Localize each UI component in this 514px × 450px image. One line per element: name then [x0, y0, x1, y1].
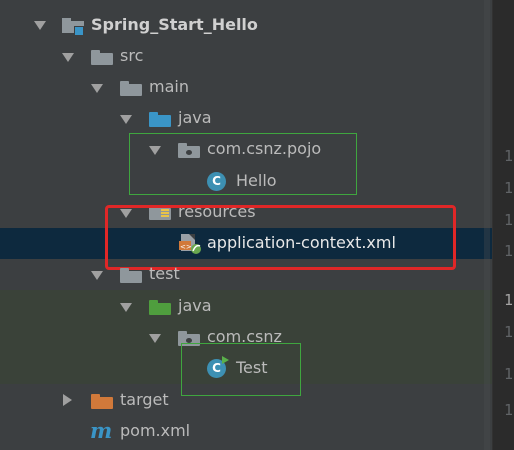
- class-label: Hello: [236, 171, 277, 190]
- line-number: 1: [504, 147, 514, 165]
- line-number: 1: [504, 401, 514, 419]
- class-icon: C: [207, 172, 226, 191]
- expand-arrow-icon[interactable]: [34, 21, 46, 30]
- folder-icon: [91, 50, 113, 65]
- module-folder-icon: [62, 18, 84, 36]
- folder-icon: [120, 81, 142, 96]
- tree-item-src[interactable]: src: [0, 41, 480, 72]
- test-class-icon: C: [207, 356, 229, 378]
- source-folder-icon: [149, 112, 171, 127]
- line-number: 1: [504, 179, 514, 197]
- line-number: 1: [504, 365, 514, 383]
- expand-arrow-icon[interactable]: [91, 84, 103, 93]
- tree-item-test-class[interactable]: C Test: [0, 353, 480, 384]
- tree-item-hello-class[interactable]: C Hello: [0, 166, 480, 197]
- package-icon: [178, 143, 200, 158]
- project-label: Spring_Start_Hello: [91, 15, 258, 34]
- tree-item-test-java[interactable]: java: [0, 291, 480, 322]
- main-label: main: [149, 77, 189, 96]
- maven-icon: m: [90, 418, 113, 443]
- tree-scrollbar[interactable]: [484, 0, 490, 450]
- expand-arrow-icon[interactable]: [120, 303, 132, 312]
- tree-item-project[interactable]: Spring_Start_Hello: [0, 10, 480, 41]
- class-label: Test: [236, 358, 268, 377]
- collapse-arrow-icon[interactable]: [63, 394, 72, 406]
- expand-arrow-icon[interactable]: [149, 146, 161, 155]
- expand-arrow-icon[interactable]: [120, 115, 132, 124]
- java-label: java: [178, 296, 212, 315]
- expand-arrow-icon[interactable]: [91, 271, 103, 280]
- tree-item-target[interactable]: target: [0, 385, 480, 416]
- tree-item-main[interactable]: main: [0, 72, 480, 103]
- target-label: target: [120, 390, 169, 409]
- line-number: 1: [504, 242, 514, 260]
- pom-label: pom.xml: [120, 421, 191, 440]
- tree-item-pojo-package[interactable]: com.csnz.pojo: [0, 134, 480, 165]
- package-label: com.csnz.pojo: [207, 139, 322, 158]
- java-label: java: [178, 108, 212, 127]
- line-number: 1: [504, 211, 514, 229]
- expand-arrow-icon[interactable]: [149, 334, 161, 343]
- tree-item-pom[interactable]: m pom.xml: [0, 416, 480, 447]
- expand-arrow-icon[interactable]: [62, 53, 74, 62]
- test-source-folder-icon: [149, 300, 171, 315]
- line-number: 1: [504, 291, 514, 309]
- tree-item-main-java[interactable]: java: [0, 103, 480, 134]
- tree-item-test[interactable]: test: [0, 259, 480, 290]
- test-label: test: [149, 264, 180, 283]
- line-number: 1: [504, 323, 514, 341]
- excluded-folder-icon: [91, 394, 113, 409]
- folder-icon: [120, 268, 142, 283]
- src-label: src: [120, 46, 144, 65]
